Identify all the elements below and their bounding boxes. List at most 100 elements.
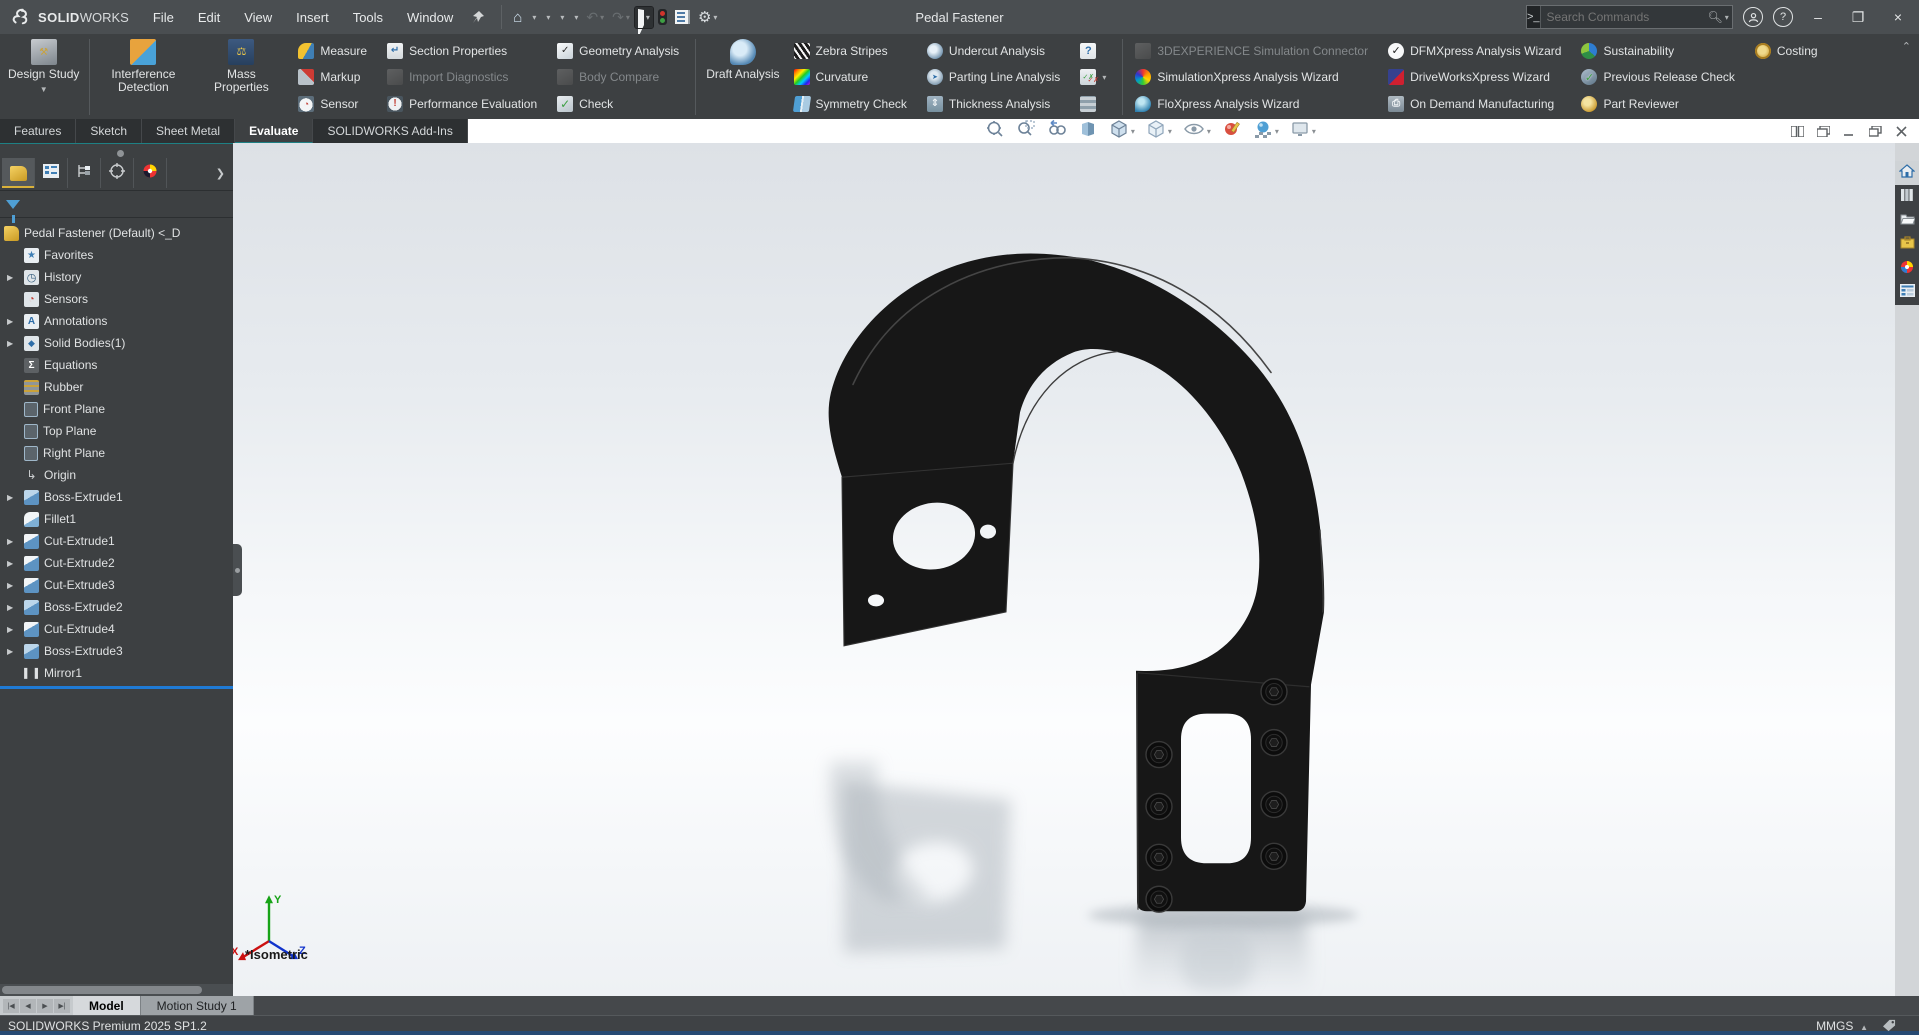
select-button[interactable]: ▾ xyxy=(635,7,653,28)
help-icon[interactable]: ? xyxy=(1773,7,1793,27)
part-pedal-fastener[interactable]: Y X Z xyxy=(233,143,1895,996)
options-button[interactable]: ⚙︎▾ xyxy=(695,5,720,29)
doc-minimize-button[interactable] xyxy=(1839,122,1859,140)
tree-item-boss-extrude1[interactable]: ▶Boss-Extrude1 xyxy=(0,486,233,508)
tree-item-fillet1[interactable]: Fillet1 xyxy=(0,508,233,530)
tab-features[interactable]: Features xyxy=(0,119,76,143)
expand-arrow-icon[interactable]: ▶ xyxy=(7,559,13,568)
check-active-doc-button[interactable] xyxy=(1076,91,1110,116)
tree-item-cut-extrude3[interactable]: ▶Cut-Extrude3 xyxy=(0,574,233,596)
open-button[interactable]: ▾ xyxy=(541,10,553,25)
panel-splitter-dot[interactable] xyxy=(117,150,124,157)
performance-evaluation-button[interactable]: Performance Evaluation xyxy=(383,91,541,116)
propertymanager-tab[interactable] xyxy=(35,158,68,188)
pin-icon[interactable] xyxy=(471,10,485,24)
tree-item-annotations[interactable]: ▶Annotations xyxy=(0,310,233,332)
previous-view-button[interactable] xyxy=(1045,117,1069,146)
display-style-button[interactable]: ▾ xyxy=(1144,117,1174,146)
taskpane-home-tab[interactable] xyxy=(1895,161,1919,185)
socket-screw[interactable] xyxy=(1146,844,1172,870)
tab-sketch[interactable]: Sketch xyxy=(76,119,142,143)
socket-screw[interactable] xyxy=(1261,843,1287,869)
markup-button[interactable]: Markup xyxy=(294,65,371,90)
socket-screw[interactable] xyxy=(1146,886,1172,912)
tree-item-cut-extrude1[interactable]: ▶Cut-Extrude1 xyxy=(0,530,233,552)
dimxpertmanager-tab[interactable] xyxy=(101,158,134,188)
menu-insert[interactable]: Insert xyxy=(286,6,339,29)
expand-arrow-icon[interactable]: ▶ xyxy=(7,273,13,282)
socket-screw[interactable] xyxy=(1146,793,1172,819)
compare-documents-button[interactable] xyxy=(1076,38,1110,63)
new-document-button[interactable]: ▾ xyxy=(527,10,539,25)
socket-screw[interactable] xyxy=(1261,791,1287,817)
featuremanager-tab[interactable] xyxy=(2,158,35,188)
socket-screw[interactable] xyxy=(1146,742,1172,768)
displaymanager-tab[interactable] xyxy=(134,158,167,188)
model-tab-model[interactable]: Model xyxy=(73,996,141,1015)
menu-view[interactable]: View xyxy=(234,6,282,29)
driveworksxpress-button[interactable]: DriveWorksXpress Wizard xyxy=(1384,65,1565,90)
file-properties-button[interactable] xyxy=(672,7,693,27)
tab-nav-buttons[interactable]: |◀◀ ▶▶| xyxy=(0,996,73,1015)
rebuild-button[interactable] xyxy=(655,6,670,28)
tag-icon[interactable] xyxy=(1882,1019,1897,1032)
taskpane-3dexperience-library-tab[interactable] xyxy=(1895,185,1919,209)
expand-arrow-icon[interactable]: ▶ xyxy=(7,581,13,590)
section-properties-button[interactable]: Section Properties xyxy=(383,38,541,63)
tree-item-equations[interactable]: Equations xyxy=(0,354,233,376)
symmetry-check-button[interactable]: Symmetry Check xyxy=(790,91,911,116)
tree-item-rubber[interactable]: Rubber xyxy=(0,376,233,398)
zoom-fit-button[interactable] xyxy=(983,117,1007,146)
search-icon[interactable]: 🔍︎ xyxy=(1708,10,1725,24)
undercut-analysis-button[interactable]: Undercut Analysis xyxy=(923,38,1064,63)
panel-flyout-handle[interactable] xyxy=(233,544,242,596)
expand-arrow-icon[interactable]: ▶ xyxy=(7,317,13,326)
taskpane-design-library-tab[interactable] xyxy=(1895,209,1919,233)
minimize-button[interactable]: – xyxy=(1803,4,1833,30)
units-indicator[interactable]: MMGS ▲ xyxy=(1816,1019,1868,1033)
sustainability-button[interactable]: Sustainability xyxy=(1577,38,1738,63)
tree-item-top-plane[interactable]: Top Plane xyxy=(0,420,233,442)
tree-item-front-plane[interactable]: Front Plane xyxy=(0,398,233,420)
tab-evaluate[interactable]: Evaluate xyxy=(235,119,313,143)
expand-arrow-icon[interactable]: ▶ xyxy=(7,493,13,502)
tree-filter-row[interactable] xyxy=(0,191,233,218)
tree-root-item[interactable]: Pedal Fastener (Default) <_D xyxy=(0,222,233,244)
account-icon[interactable] xyxy=(1743,7,1763,27)
expand-arrow-icon[interactable]: ▶ xyxy=(7,647,13,656)
tab-solidworks-add-ins[interactable]: SOLIDWORKS Add-Ins xyxy=(313,119,467,143)
cascade-windows-button[interactable] xyxy=(1813,122,1833,140)
costing-button[interactable]: Costing xyxy=(1751,38,1822,63)
ribbon-collapse-chevron[interactable]: ⌃ xyxy=(1902,40,1911,53)
measure-button[interactable]: Measure xyxy=(294,38,371,63)
search-commands-box[interactable]: >_ 🔍︎ ▾ xyxy=(1526,5,1733,29)
edit-appearance-button[interactable] xyxy=(1220,117,1244,146)
tree-item-right-plane[interactable]: Right Plane xyxy=(0,442,233,464)
part-reviewer-button[interactable]: Part Reviewer xyxy=(1577,91,1738,116)
print-button[interactable]: ▾ xyxy=(569,10,581,25)
panel-expand-chevron[interactable]: ❯ xyxy=(210,167,231,180)
menu-file[interactable]: File xyxy=(143,6,184,29)
tree-item-cut-extrude4[interactable]: ▶Cut-Extrude4 xyxy=(0,618,233,640)
menu-edit[interactable]: Edit xyxy=(188,6,230,29)
curvature-button[interactable]: Curvature xyxy=(790,65,911,90)
socket-screw[interactable] xyxy=(1261,679,1287,705)
graphics-viewport[interactable]: Y X Z *Isometric xyxy=(233,143,1895,996)
tree-item-boss-extrude2[interactable]: ▶Boss-Extrude2 xyxy=(0,596,233,618)
tree-item-cut-extrude2[interactable]: ▶Cut-Extrude2 xyxy=(0,552,233,574)
tree-item-mirror1[interactable]: Mirror1 xyxy=(0,662,233,684)
dfmxpress-button[interactable]: DFMXpress Analysis Wizard xyxy=(1384,38,1565,63)
parting-line-analysis-button[interactable]: Parting Line Analysis xyxy=(923,65,1064,90)
floxpress-button[interactable]: FloXpress Analysis Wizard xyxy=(1131,91,1372,116)
design-study-button[interactable]: Design Study▼ xyxy=(2,35,85,119)
save-button[interactable]: ▾ xyxy=(555,10,567,25)
restore-button[interactable]: ❐ xyxy=(1843,4,1873,30)
expand-arrow-icon[interactable]: ▶ xyxy=(7,537,13,546)
check-button[interactable]: Check xyxy=(553,91,683,116)
tree-item-sensors[interactable]: Sensors xyxy=(0,288,233,310)
home-button[interactable]: ⌂ xyxy=(510,6,525,29)
hide-show-items-button[interactable]: ▾ xyxy=(1181,117,1213,146)
thickness-analysis-button[interactable]: Thickness Analysis xyxy=(923,91,1064,116)
doc-restore-button[interactable] xyxy=(1865,122,1885,140)
close-button[interactable]: × xyxy=(1883,4,1913,30)
